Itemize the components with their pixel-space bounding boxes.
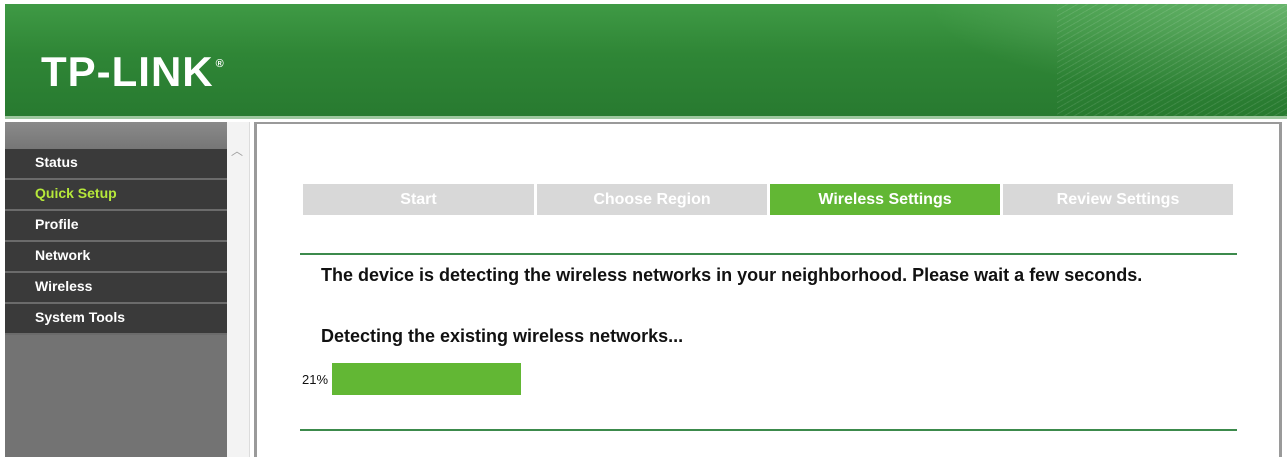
sidebar-item-network[interactable]: Network <box>5 242 227 273</box>
header-banner: TP-LINK ® <box>5 4 1287 116</box>
wizard-steps: Start Choose Region Wireless Settings Re… <box>303 184 1233 215</box>
step-start: Start <box>303 184 534 215</box>
detect-status: Detecting the existing wireless networks… <box>321 326 684 346</box>
sidebar-item-status[interactable]: Status <box>5 149 227 180</box>
step-choose-region: Choose Region <box>537 184 767 215</box>
bottom-divider <box>300 429 1237 431</box>
progress-bar <box>332 363 521 395</box>
step-review-settings: Review Settings <box>1003 184 1233 215</box>
sidebar-scrollbar[interactable]: ︿ <box>227 122 250 457</box>
sidebar: Status Quick Setup Profile Network Wirel… <box>5 122 227 457</box>
detect-message: The device is detecting the wireless net… <box>321 265 1143 285</box>
sidebar-item-profile[interactable]: Profile <box>5 211 227 242</box>
top-divider <box>300 253 1237 255</box>
scroll-up-icon[interactable]: ︿ <box>231 142 243 159</box>
sidebar-top <box>5 122 227 149</box>
step-wireless-settings: Wireless Settings <box>770 184 1000 215</box>
sidebar-item-system-tools[interactable]: System Tools <box>5 304 227 335</box>
header-stripes <box>1057 4 1287 116</box>
sidebar-item-quick-setup[interactable]: Quick Setup <box>5 180 227 211</box>
sidebar-item-wireless[interactable]: Wireless <box>5 273 227 304</box>
progress-percent: 21% <box>302 372 329 387</box>
content-frame <box>254 122 1282 457</box>
header-divider <box>5 116 1287 119</box>
tp-link-logo: TP-LINK ® <box>41 48 225 95</box>
